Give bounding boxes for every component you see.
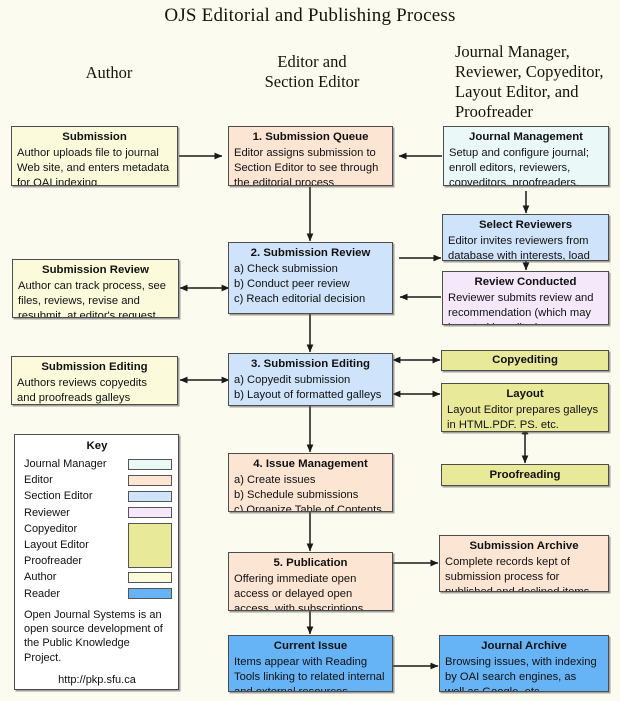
box-submission[interactable]: Submission Author uploads file to journa… [11, 126, 178, 186]
column-header-editor: Editor and Section Editor [264, 52, 360, 92]
key-entry-list: Journal Manager Editor Section Editor Revie… [24, 456, 172, 602]
box-journal-management[interactable]: Journal Management Setup and configure j… [443, 126, 609, 186]
key-entry-label: Journal Manager [24, 458, 107, 470]
box-submission-review-author[interactable]: Submission Review Author can track proce… [12, 259, 179, 318]
key-title: Key [86, 440, 108, 452]
key-entry: Layout Editor [24, 537, 170, 553]
box-body: Offering immediate open access or delaye… [234, 573, 364, 611]
page-title: OJS Editorial and Publishing Process [164, 5, 456, 26]
box-title: Journal Archive [481, 640, 567, 652]
key-entry: Proofreader [24, 553, 170, 569]
box-journal-archive[interactable]: Journal Archive Browsing issues, with in… [439, 635, 609, 692]
box-layout[interactable]: Layout Layout Editor prepares galleys in… [441, 383, 609, 432]
box-title: Review Conducted [474, 276, 577, 288]
box-title: Proofreading [489, 468, 561, 481]
box-submission-archive[interactable]: Submission Archive Complete records kept… [439, 535, 609, 592]
box-body: Layout Editor prepares galleys in HTML.P… [447, 404, 599, 432]
box-title: 4. Issue Management [253, 458, 368, 470]
box-copyediting[interactable]: Copyediting [441, 350, 609, 371]
box-review-conducted[interactable]: Review Conducted Reviewer submits review… [442, 271, 609, 325]
key-entry-label: Copyeditor [24, 522, 78, 535]
box-body: a) Create issues b) Schedule submissions… [234, 474, 382, 512]
box-body: Reviewer submits review and recommendati… [448, 292, 594, 324]
box-submission-editing[interactable]: 3. Submission Editing a) Copyedit submis… [228, 353, 393, 406]
box-title: Journal Management [469, 131, 583, 143]
box-body: a) Copyedit submission b) Layout of form… [234, 374, 382, 405]
box-title: Current Issue [273, 640, 348, 652]
box-body: a) Check submission b) Conduct peer revi… [234, 263, 366, 305]
box-body: Setup and configure journal; enroll edit… [449, 147, 589, 186]
box-title: 1. Submission Queue [252, 131, 369, 143]
box-body: Author can track process, see files, rev… [18, 280, 166, 318]
key-swatch [128, 474, 172, 486]
box-body: Editor invites reviewers from database w… [448, 235, 590, 261]
box-issue-management[interactable]: 4. Issue Management a) Create issues b) … [228, 453, 393, 512]
box-title: 2. Submission Review [250, 247, 371, 259]
key-url[interactable]: http://pkp.sfu.ca [24, 674, 170, 686]
ojs-process-diagram: OJS Editorial and Publishing Process Aut… [0, 0, 620, 701]
key-note: Open Journal Systems is an open source d… [24, 608, 163, 664]
box-body: Items appear with Reading Tools linking … [234, 656, 385, 692]
key-entry-label: Layout Editor [24, 538, 89, 551]
box-title: 5. Publication [273, 557, 348, 569]
box-submission-review[interactable]: 2. Submission Review a) Check submission… [228, 242, 393, 314]
box-body: Browsing issues, with indexing by OAI se… [445, 656, 597, 692]
column-header-others: Journal Manager, Reviewer, Copyeditor, L… [455, 42, 604, 122]
box-title: Submission Review [42, 264, 149, 276]
box-title: Submission [62, 131, 127, 143]
box-title: Select Reviewers [478, 219, 573, 231]
box-title: Copyediting [492, 354, 558, 367]
key-swatch [128, 571, 172, 583]
key-entry: Author [24, 569, 172, 585]
key-entry-label: Reviewer [24, 506, 70, 519]
key-entry: Copyeditor [24, 521, 172, 569]
key-entry-label: Reader [24, 587, 61, 600]
box-title: 3. Submission Editing [251, 358, 370, 370]
box-body: Author uploads file to journal Web site,… [17, 147, 170, 186]
key-entry-label: Author [24, 571, 57, 584]
key-entry: Editor [24, 472, 172, 488]
box-body: Authors reviews copyedits and proofreads… [17, 377, 147, 405]
box-current-issue[interactable]: Current Issue Items appear with Reading … [228, 635, 393, 692]
box-body: Editor assigns submission to Section Edi… [234, 147, 379, 186]
key-swatch [128, 490, 172, 502]
key-entry-label: Section Editor [24, 490, 93, 503]
box-title: Submission Editing [41, 361, 148, 373]
key-legend: Key Journal Manager Editor Section Editor R… [14, 434, 179, 690]
key-swatch [128, 458, 172, 470]
box-body: Complete records kept of submission proc… [445, 556, 590, 592]
key-entry: Journal Manager [24, 456, 172, 472]
key-swatch [128, 588, 172, 599]
box-submission-queue[interactable]: 1. Submission Queue Editor assigns submi… [228, 126, 393, 186]
key-entry-label: Proofreader [24, 555, 83, 568]
box-select-reviewers[interactable]: Select Reviewers Editor invites reviewer… [442, 214, 609, 261]
column-header-author: Author [85, 63, 133, 82]
box-publication[interactable]: 5. Publication Offering immediate open a… [228, 552, 393, 611]
key-entry: Reader [24, 586, 172, 602]
box-title: Submission Archive [469, 540, 579, 552]
key-swatch [128, 507, 172, 519]
box-title: Layout [506, 388, 544, 400]
key-entry: Section Editor [24, 488, 172, 504]
key-entry: Reviewer [24, 505, 172, 521]
key-entry-label: Editor [24, 474, 53, 487]
box-proofreading[interactable]: Proofreading [441, 464, 609, 486]
box-submission-editing-author[interactable]: Submission Editing Authors reviews copye… [11, 356, 178, 405]
